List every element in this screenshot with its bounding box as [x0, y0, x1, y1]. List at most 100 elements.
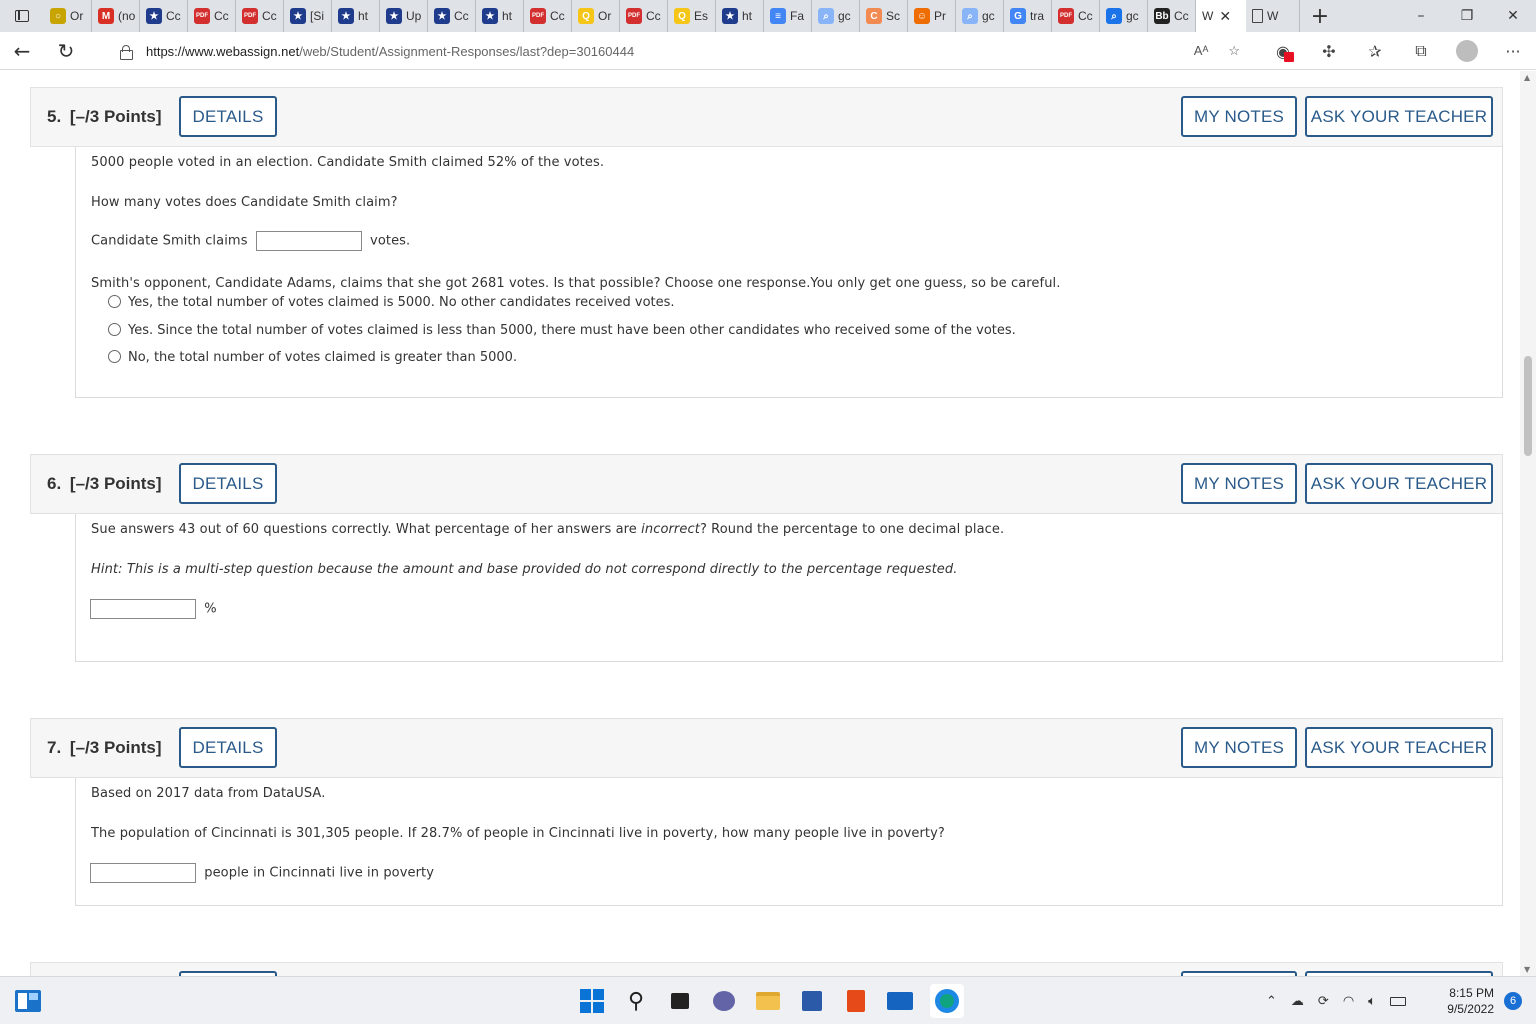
my-notes-button[interactable]: MY NOTES: [1181, 96, 1297, 137]
lock-icon[interactable]: [120, 45, 133, 60]
question-text: How many votes does Candidate Smith clai…: [91, 195, 398, 210]
browser-tab[interactable]: ★ Cc: [428, 0, 476, 32]
search-icon[interactable]: ⚲: [622, 987, 650, 1015]
page-scrollbar[interactable]: ▲ ▼: [1520, 71, 1536, 976]
show-hidden-icons-icon[interactable]: ⌃: [1266, 994, 1277, 1009]
ask-teacher-button[interactable]: ASK YOUR TEACHER: [1305, 463, 1493, 504]
details-button[interactable]: DETAILS: [179, 463, 277, 504]
browser-tab[interactable]: ★ [Si: [284, 0, 332, 32]
close-tab-icon[interactable]: ✕: [1219, 8, 1231, 25]
browser-tab[interactable]: Gtra: [1004, 0, 1052, 32]
volume-icon[interactable]: 🔈︎: [1368, 994, 1376, 1009]
browser-tab[interactable]: ⌕ gc: [956, 0, 1004, 32]
tab-label: Pr: [934, 9, 946, 23]
restore-button[interactable]: ❐: [1444, 0, 1490, 32]
details-button[interactable]: DETAILS: [179, 727, 277, 768]
window-controls: – ❐ ✕: [1398, 0, 1536, 32]
address-bar[interactable]: https://www.webassign.net/web/Student/As…: [100, 37, 1250, 65]
question-text: Sue answers 43 out of 60 questions corre…: [91, 522, 1004, 537]
minimize-button[interactable]: –: [1398, 0, 1444, 32]
browser-tab[interactable]: PDF Cc: [1052, 0, 1100, 32]
browser-tab[interactable]: Q Es: [668, 0, 716, 32]
wifi-icon[interactable]: ◠: [1343, 994, 1354, 1009]
browser-tab[interactable]: C Sc: [860, 0, 908, 32]
percentage-input[interactable]: [90, 599, 196, 619]
tab-favicon-icon: ★: [434, 8, 450, 24]
close-window-button[interactable]: ✕: [1490, 0, 1536, 32]
clock[interactable]: 8:15 PM 9/5/2022: [1447, 985, 1494, 1017]
option-2[interactable]: Yes. Since the total number of votes cla…: [108, 323, 1016, 338]
question-5-header: 5. [–/3 Points] DETAILS MY NOTES ASK YOU…: [30, 87, 1503, 147]
browser-tab[interactable]: PDF Cc: [524, 0, 572, 32]
task-view-icon[interactable]: [666, 987, 694, 1015]
battery-icon[interactable]: [1389, 996, 1406, 1006]
tab-label: Or: [70, 9, 84, 23]
browser-tab[interactable]: Q Or: [572, 0, 620, 32]
browser-tab[interactable]: ⌕ gc: [1100, 0, 1148, 32]
store-icon[interactable]: [798, 987, 826, 1015]
radio-button[interactable]: [108, 350, 121, 363]
start-menu-icon[interactable]: [578, 987, 606, 1015]
option-1[interactable]: Yes, the total number of votes claimed i…: [108, 295, 675, 310]
refresh-button[interactable]: ↻: [44, 32, 88, 70]
update-icon[interactable]: ⟳: [1318, 994, 1329, 1009]
votes-input[interactable]: [255, 231, 362, 251]
notification-badge[interactable]: 6: [1504, 992, 1522, 1010]
browser-tab[interactable]: ★ ht: [476, 0, 524, 32]
browser-tab[interactable]: ★ ht: [332, 0, 380, 32]
my-notes-button[interactable]: MY NOTES: [1181, 463, 1297, 504]
tab-favicon-icon: G: [1010, 8, 1026, 24]
browser-tab[interactable]: ★ Up: [380, 0, 428, 32]
question-points: [–/3 Points]: [69, 474, 162, 493]
tab-active[interactable]: W ✕: [1196, 0, 1246, 32]
browser-tab[interactable]: PDF Cc: [620, 0, 668, 32]
browser-tab[interactable]: ☺ Pr: [908, 0, 956, 32]
radio-button[interactable]: [108, 323, 121, 336]
read-aloud-icon[interactable]: Aᴬ: [1194, 43, 1209, 59]
collections-icon[interactable]: ⧉: [1398, 32, 1444, 70]
tab-favicon-icon: ★: [290, 8, 306, 24]
file-explorer-icon[interactable]: [754, 987, 782, 1015]
scroll-down-icon[interactable]: ▼: [1524, 965, 1530, 974]
my-notes-button[interactable]: MY NOTES: [1181, 727, 1297, 768]
tab-document[interactable]: W: [1246, 0, 1300, 32]
browser-tab[interactable]: Bb Cc: [1148, 0, 1196, 32]
scrollbar-thumb[interactable]: [1524, 356, 1532, 456]
profile-button[interactable]: [1444, 32, 1490, 70]
browser-tab[interactable]: ≡ Fa: [764, 0, 812, 32]
extensions-icon[interactable]: ✣: [1306, 32, 1352, 70]
add-favorite-icon[interactable]: ☆: [1228, 43, 1240, 59]
tab-label: Cc: [550, 9, 565, 23]
browser-tab[interactable]: M (no: [92, 0, 140, 32]
answer-row: Candidate Smith claims votes.: [91, 231, 410, 251]
browser-tab[interactable]: ⌕ gc: [812, 0, 860, 32]
browser-tab[interactable]: ★ Cc: [140, 0, 188, 32]
office-icon[interactable]: [842, 987, 870, 1015]
back-button[interactable]: ←: [0, 32, 44, 70]
edge-icon[interactable]: [930, 984, 964, 1018]
browser-tab[interactable]: ○ Or: [44, 0, 92, 32]
tab-actions-icon[interactable]: [0, 0, 44, 32]
mail-icon[interactable]: [886, 987, 914, 1015]
tab-favicon-icon: PDF: [1058, 8, 1074, 24]
ask-teacher-button[interactable]: ASK YOUR TEACHER: [1305, 96, 1493, 137]
scroll-up-icon[interactable]: ▲: [1524, 73, 1530, 82]
tab-label: gc: [1126, 9, 1139, 23]
tracking-prevention-icon[interactable]: ◉: [1260, 32, 1306, 70]
ask-teacher-button[interactable]: ASK YOUR TEACHER: [1305, 727, 1493, 768]
onedrive-icon[interactable]: ☁: [1291, 994, 1304, 1009]
browser-tab[interactable]: ★ ht: [716, 0, 764, 32]
more-menu-icon[interactable]: ···: [1490, 32, 1536, 70]
details-button[interactable]: DETAILS: [179, 96, 277, 137]
new-tab-button[interactable]: +: [1300, 4, 1340, 29]
browser-tab[interactable]: PDF Cc: [188, 0, 236, 32]
widgets-icon[interactable]: [14, 987, 42, 1015]
tab-label: Cc: [166, 9, 181, 23]
tab-label: Es: [694, 9, 709, 23]
option-3[interactable]: No, the total number of votes claimed is…: [108, 350, 517, 365]
favorites-icon[interactable]: ✰: [1352, 32, 1398, 70]
poverty-count-input[interactable]: [90, 863, 196, 883]
radio-button[interactable]: [108, 295, 121, 308]
browser-tab[interactable]: PDF Cc: [236, 0, 284, 32]
chat-icon[interactable]: [710, 987, 738, 1015]
